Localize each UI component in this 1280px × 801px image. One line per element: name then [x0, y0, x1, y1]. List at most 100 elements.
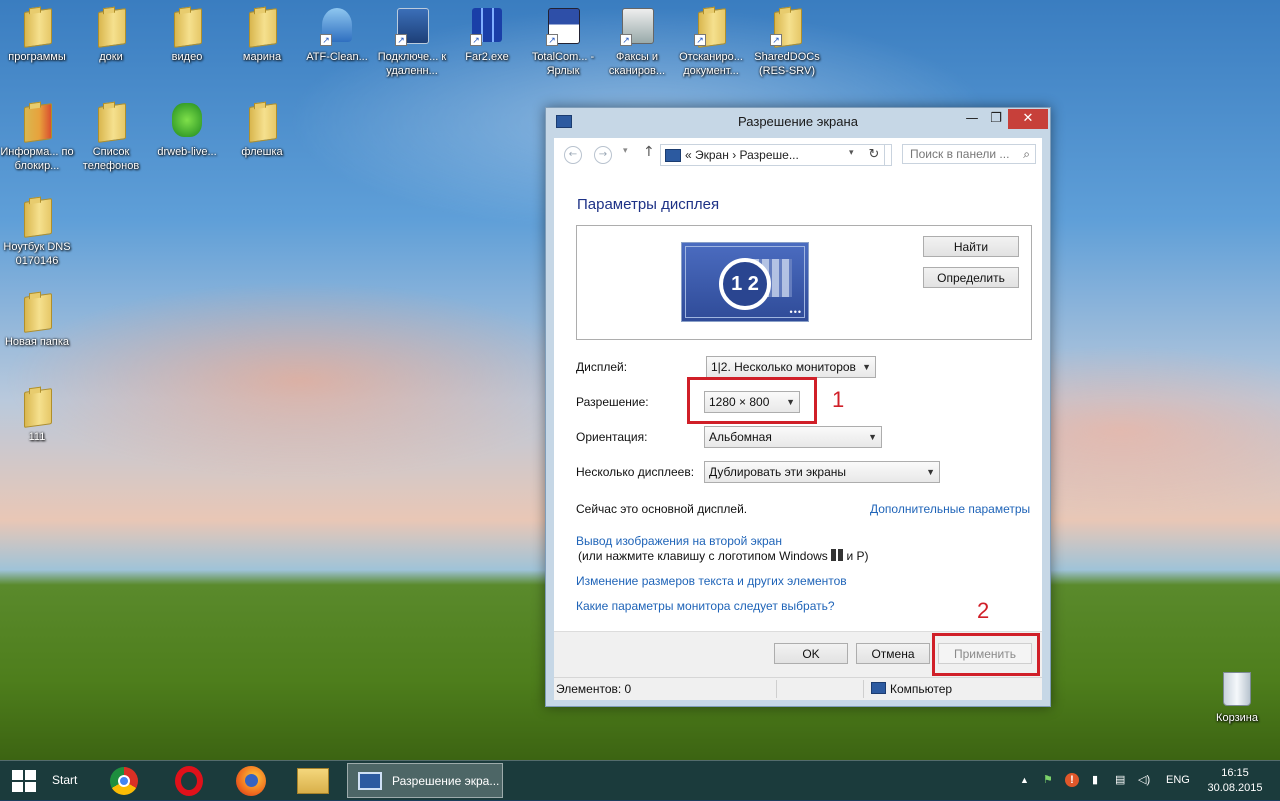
shortcut-arrow-icon: ↗: [694, 34, 706, 46]
remote-desktop-icon: ↗: [393, 6, 431, 46]
desktop-icon-remote-desktop[interactable]: ↗ Подключе... к удаленн...: [375, 6, 449, 78]
folder-icon: [18, 101, 56, 143]
forward-button[interactable]: →: [594, 146, 612, 164]
folder-icon: [18, 196, 56, 238]
display-select[interactable]: 1|2. Несколько мониторов ▼: [706, 356, 876, 378]
shortcut-arrow-icon: ↗: [470, 34, 482, 46]
status-divider: [776, 680, 777, 698]
desktop-icon-label: ATF-Clean...: [306, 51, 368, 63]
desktop-icon-notebook[interactable]: Ноутбук DNS 0170146: [0, 196, 74, 268]
firefox-icon[interactable]: [236, 766, 266, 796]
desktop-icon-label: Факсы и сканиров...: [608, 51, 666, 77]
cleaner-icon: ↗: [318, 6, 356, 46]
address-bar[interactable]: « Экран › Разреше... ▾: [660, 144, 892, 166]
desktop-icon-label: Список телефонов: [82, 146, 140, 172]
multiple-displays-select[interactable]: Дублировать эти экраны ▼: [704, 461, 940, 483]
folder-icon: ↗: [692, 6, 730, 48]
multiple-displays-label: Несколько дисплеев:: [576, 465, 695, 479]
show-hidden-icons-chevron-up-icon[interactable]: ▲: [1020, 775, 1029, 785]
file-explorer-icon[interactable]: [297, 768, 329, 794]
project-hint-text-end: и P): [846, 549, 869, 563]
status-location: Компьютер: [871, 682, 952, 696]
desktop-icon-label: Подключе... к удаленн...: [377, 51, 447, 77]
search-input[interactable]: Поиск в панели ... ⌕: [902, 144, 1036, 164]
fax-scanner-icon: ↗: [618, 6, 656, 46]
text-size-link[interactable]: Изменение размеров текста и других элеме…: [576, 574, 847, 588]
folder-icon: [92, 101, 130, 143]
desktop-icon-111[interactable]: 111: [0, 386, 74, 444]
minimize-button[interactable]: —: [959, 109, 985, 129]
annotation-number-2: 2: [977, 598, 990, 623]
action-center-flag-icon[interactable]: ⚑: [1043, 773, 1053, 786]
recycle-bin-label: Корзина: [1216, 712, 1258, 724]
desktop-icon-label: TotalCom... - Ярлык: [531, 51, 595, 77]
find-button[interactable]: Найти: [923, 236, 1019, 257]
recent-locations-chevron-down-icon[interactable]: ▾: [623, 146, 628, 156]
title-bar[interactable]: Разрешение экрана — ❐ ✕: [546, 108, 1050, 136]
back-button[interactable]: ←: [564, 146, 582, 164]
desktop-icon-label: флешка: [241, 146, 283, 158]
taskbar: Start Разрешение экра... ▲ ⚑ ! ▮ ▤ ◁) EN…: [0, 760, 1280, 801]
desktop-icon-video[interactable]: видео: [150, 6, 224, 64]
clock-date: 30.08.2015: [1207, 782, 1263, 794]
desktop-icon-programmy[interactable]: программы: [0, 6, 74, 64]
which-settings-link[interactable]: Какие параметры монитора следует выбрать…: [576, 599, 835, 613]
desktop-icon-marina[interactable]: марина: [225, 6, 299, 64]
desktop-icon-far2[interactable]: ↗ Far2.exe: [450, 6, 524, 64]
windows-logo-icon[interactable]: [12, 770, 38, 792]
desktop-icon-label: Информа... по блокир...: [0, 146, 74, 172]
desktop-icon-scanned-docs[interactable]: ↗ Отсканиро... документ...: [674, 6, 748, 78]
folder-icon: [243, 6, 281, 48]
annotation-box-resolution: [687, 377, 817, 424]
project-second-screen-link[interactable]: Вывод изображения на второй экран: [576, 534, 782, 548]
breadcrumb[interactable]: « Экран › Разреше...: [685, 148, 799, 162]
search-placeholder: Поиск в панели ...: [910, 147, 1010, 161]
dialog-buttons-bar: OK Отмена Применить: [554, 631, 1042, 677]
close-button[interactable]: ✕: [1008, 109, 1048, 129]
battery-icon[interactable]: ▮: [1092, 773, 1098, 786]
refresh-button[interactable]: ↻: [864, 144, 885, 166]
monitor-12[interactable]: 1 2 •••: [681, 242, 809, 322]
network-folder-icon: ↗: [768, 6, 806, 48]
desktop-icon-totalcmd[interactable]: ↗ TotalCom... - Ярлык: [526, 6, 600, 78]
desktop-icon-label: марина: [242, 51, 282, 63]
recycle-bin[interactable]: Корзина: [1208, 672, 1266, 724]
shortcut-arrow-icon: ↗: [620, 34, 632, 46]
desktop-icon-drweb[interactable]: drweb-live...: [150, 101, 224, 159]
language-indicator[interactable]: ENG: [1166, 774, 1190, 786]
taskbar-item-screen-resolution[interactable]: Разрешение экра...: [347, 763, 503, 798]
maximize-button[interactable]: ❐: [983, 109, 1009, 129]
desktop-icon-label: программы: [8, 51, 66, 63]
cancel-button[interactable]: Отмена: [856, 643, 930, 664]
desktop-icon-new-folder[interactable]: Новая папка: [0, 291, 74, 349]
ok-button[interactable]: OK: [774, 643, 848, 664]
desktop-icon-shareddocs[interactable]: ↗ SharedDOCs (RES-SRV): [750, 6, 824, 78]
opera-icon[interactable]: [175, 766, 203, 796]
detect-button[interactable]: Определить: [923, 267, 1019, 288]
desktop-icon-fax-scan[interactable]: ↗ Факсы и сканиров...: [600, 6, 674, 78]
network-icon[interactable]: ▤: [1115, 773, 1125, 786]
desktop-icon-label: Far2.exe: [465, 51, 509, 63]
orientation-select[interactable]: Альбомная ▼: [704, 426, 882, 448]
orientation-select-value: Альбомная: [709, 430, 772, 444]
desktop-icon-phone-list[interactable]: Список телефонов: [74, 101, 148, 173]
chevron-down-icon: ▼: [926, 467, 935, 477]
start-button[interactable]: Start: [52, 773, 77, 787]
chrome-icon[interactable]: [110, 767, 138, 795]
advanced-settings-link[interactable]: Дополнительные параметры: [870, 502, 1030, 516]
windows-logo-icon: [831, 549, 844, 561]
shortcut-arrow-icon: ↗: [320, 34, 332, 46]
address-chevron-down-icon[interactable]: ▾: [849, 148, 854, 158]
project-hint-text: (или нажмите клавишу с логотипом Windows: [578, 549, 828, 563]
search-icon[interactable]: ⌕: [1023, 145, 1030, 164]
desktop-icon-doki[interactable]: доки: [74, 6, 148, 64]
desktop-icon-label: SharedDOCs (RES-SRV): [754, 51, 820, 77]
desktop-icon-fleshka[interactable]: флешка: [225, 101, 299, 159]
desktop-icon-info-block[interactable]: Информа... по блокир...: [0, 101, 74, 173]
shortcut-arrow-icon: ↗: [395, 34, 407, 46]
alert-icon[interactable]: !: [1065, 773, 1079, 787]
desktop-icon-atf-clean[interactable]: ↗ ATF-Clean...: [300, 6, 374, 64]
up-button[interactable]: ↑: [643, 144, 655, 160]
volume-icon[interactable]: ◁): [1138, 773, 1150, 786]
clock[interactable]: 16:15 30.08.2015: [1202, 766, 1268, 796]
